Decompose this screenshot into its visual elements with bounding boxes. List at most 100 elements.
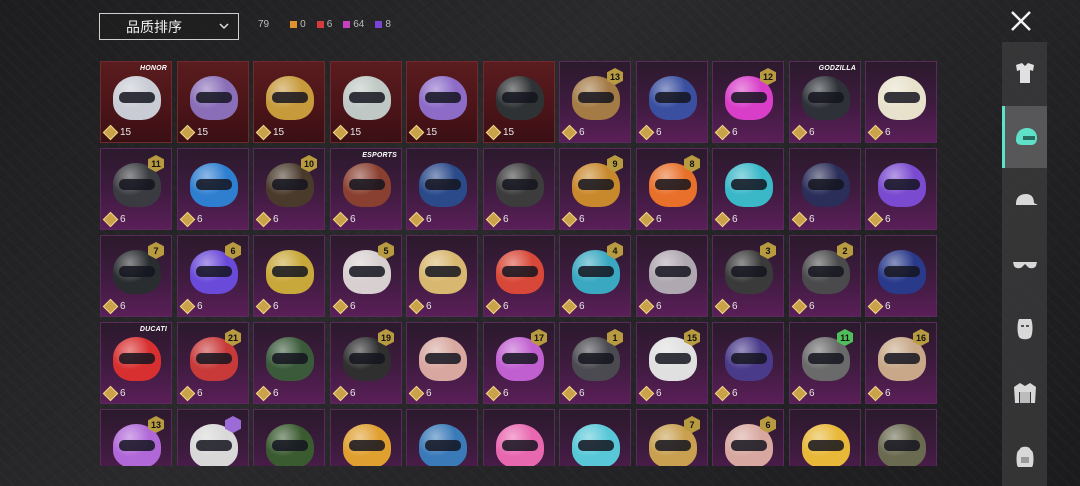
helmet-item-tile[interactable]: 6 bbox=[406, 148, 478, 230]
hat-tab[interactable] bbox=[1002, 170, 1047, 232]
helmet-item-tile[interactable]: 6 bbox=[712, 409, 784, 466]
cost-value: 6 bbox=[273, 214, 279, 225]
helmet-item-tile[interactable]: 6 13 bbox=[559, 61, 631, 143]
helmet-visor bbox=[655, 440, 691, 451]
mask-tab[interactable] bbox=[1002, 298, 1047, 360]
cost-value: 6 bbox=[809, 214, 815, 225]
helmet-item-tile[interactable]: 6 bbox=[253, 322, 325, 404]
helmet-item-tile[interactable] bbox=[483, 409, 555, 466]
helmet-item-tile[interactable]: 15 HONOR bbox=[100, 61, 172, 143]
helmet-item-tile[interactable]: 6 bbox=[406, 322, 478, 404]
helmet-item-tile[interactable] bbox=[789, 409, 861, 466]
helmet-item-tile[interactable]: 6 15 bbox=[636, 322, 708, 404]
coin-icon bbox=[102, 211, 119, 228]
cost-value: 6 bbox=[885, 127, 891, 138]
coin-icon bbox=[332, 385, 349, 402]
cost-value: 6 bbox=[350, 214, 356, 225]
helmet-item-tile[interactable] bbox=[177, 409, 249, 466]
helmet-item-tile[interactable]: 6 bbox=[712, 148, 784, 230]
helmet-item-tile[interactable]: 63 bbox=[712, 235, 784, 317]
coin-icon bbox=[791, 124, 808, 141]
helmet-item-tile[interactable]: 69 bbox=[559, 148, 631, 230]
item-cost: 6 bbox=[102, 385, 126, 402]
close-icon[interactable] bbox=[1006, 6, 1036, 36]
coin-icon bbox=[867, 211, 884, 228]
helmet-item-tile[interactable]: 64 bbox=[559, 235, 631, 317]
coin-icon bbox=[638, 211, 655, 228]
helmet-item-tile[interactable]: 67 bbox=[100, 235, 172, 317]
helmet-item-tile[interactable]: 6 ESPORTS bbox=[330, 148, 402, 230]
helmet-item-tile[interactable]: 6 12 bbox=[712, 61, 784, 143]
helmet-visor bbox=[349, 440, 385, 451]
helmet-item-tile[interactable]: 6 bbox=[483, 235, 555, 317]
helmet-item-tile[interactable]: 62 bbox=[789, 235, 861, 317]
helmet-item-tile[interactable]: 15 bbox=[330, 61, 402, 143]
coin-icon bbox=[102, 124, 119, 141]
brand-tag: DUCATI bbox=[139, 326, 167, 333]
coin-icon bbox=[791, 298, 808, 315]
coin-icon bbox=[485, 298, 502, 315]
helmet-item-tile[interactable]: 6 GODZILLA bbox=[789, 61, 861, 143]
helmet-item-tile[interactable]: 6 bbox=[865, 235, 937, 317]
cost-value: 6 bbox=[885, 388, 891, 399]
cost-value: 6 bbox=[197, 301, 203, 312]
helmet-item-tile[interactable]: 6 19 bbox=[330, 322, 402, 404]
helmet-item-tile[interactable]: 6 bbox=[636, 235, 708, 317]
coin-icon bbox=[791, 211, 808, 228]
item-cost: 6 bbox=[332, 385, 356, 402]
helmet-item-tile[interactable]: 6 bbox=[865, 148, 937, 230]
item-cost: 6 bbox=[408, 385, 432, 402]
helmet-item-tile[interactable]: 6 17 bbox=[483, 322, 555, 404]
helmet-item-tile[interactable]: 6 bbox=[789, 148, 861, 230]
helmet-item-tile[interactable]: 66 bbox=[177, 235, 249, 317]
cost-value: 6 bbox=[656, 214, 662, 225]
outfit-tab[interactable] bbox=[1002, 42, 1047, 104]
item-cost: 6 bbox=[867, 385, 891, 402]
helmet-item-tile[interactable]: 6 bbox=[636, 61, 708, 143]
helmet-item-tile[interactable]: 15 bbox=[483, 61, 555, 143]
helmet-item-tile[interactable] bbox=[406, 409, 478, 466]
helmet-item-tile[interactable]: 13 bbox=[100, 409, 172, 466]
helmet-item-tile[interactable]: 6 10 bbox=[253, 148, 325, 230]
glasses-tab[interactable] bbox=[1002, 234, 1047, 296]
item-cost: 15 bbox=[485, 124, 514, 141]
helmet-item-tile[interactable]: 6 bbox=[406, 235, 478, 317]
item-cost: 6 bbox=[485, 385, 509, 402]
helmet-item-tile[interactable] bbox=[330, 409, 402, 466]
helmet-item-tile[interactable]: 15 bbox=[177, 61, 249, 143]
helmet-item-tile[interactable]: 68 bbox=[636, 148, 708, 230]
item-cost: 15 bbox=[332, 124, 361, 141]
helmet-visor bbox=[349, 179, 385, 190]
helmet-item-tile[interactable]: 6 11 bbox=[100, 148, 172, 230]
sort-dropdown[interactable]: 品质排序 bbox=[99, 13, 239, 40]
helmet-item-tile[interactable]: 6 16 bbox=[865, 322, 937, 404]
cost-value: 15 bbox=[273, 127, 285, 138]
helmet-item-tile[interactable]: 6 bbox=[253, 235, 325, 317]
item-cost: 6 bbox=[102, 298, 126, 315]
backpack-tab[interactable] bbox=[1002, 426, 1047, 486]
helmet-visor bbox=[884, 440, 920, 451]
cost-value: 6 bbox=[197, 388, 203, 399]
helmet-item-tile[interactable]: 6 11 bbox=[789, 322, 861, 404]
helmet-item-tile[interactable]: 6 DUCATI bbox=[100, 322, 172, 404]
jacket-tab[interactable] bbox=[1002, 362, 1047, 424]
helmet-item-tile[interactable] bbox=[559, 409, 631, 466]
helmet-item-tile[interactable]: 65 bbox=[330, 235, 402, 317]
helmet-item-tile[interactable]: 6 bbox=[865, 61, 937, 143]
cost-value: 6 bbox=[885, 301, 891, 312]
helmet-item-tile[interactable]: 15 bbox=[406, 61, 478, 143]
helmet-item-tile[interactable]: 61 bbox=[559, 322, 631, 404]
helmet-item-tile[interactable] bbox=[865, 409, 937, 466]
helmet-item-tile[interactable]: 7 bbox=[636, 409, 708, 466]
helmet-item-tile[interactable]: 6 bbox=[712, 322, 784, 404]
helmet-item-tile[interactable]: 15 bbox=[253, 61, 325, 143]
helmet-item-tile[interactable] bbox=[253, 409, 325, 466]
cost-value: 6 bbox=[656, 301, 662, 312]
helmet-visor bbox=[196, 92, 232, 103]
helmet-item-tile[interactable]: 6 21 bbox=[177, 322, 249, 404]
count-purple: 8 bbox=[375, 19, 391, 30]
helmet-tab[interactable] bbox=[1002, 106, 1047, 168]
helmet-item-tile[interactable]: 6 bbox=[177, 148, 249, 230]
helmet-visor bbox=[578, 179, 614, 190]
helmet-item-tile[interactable]: 6 bbox=[483, 148, 555, 230]
